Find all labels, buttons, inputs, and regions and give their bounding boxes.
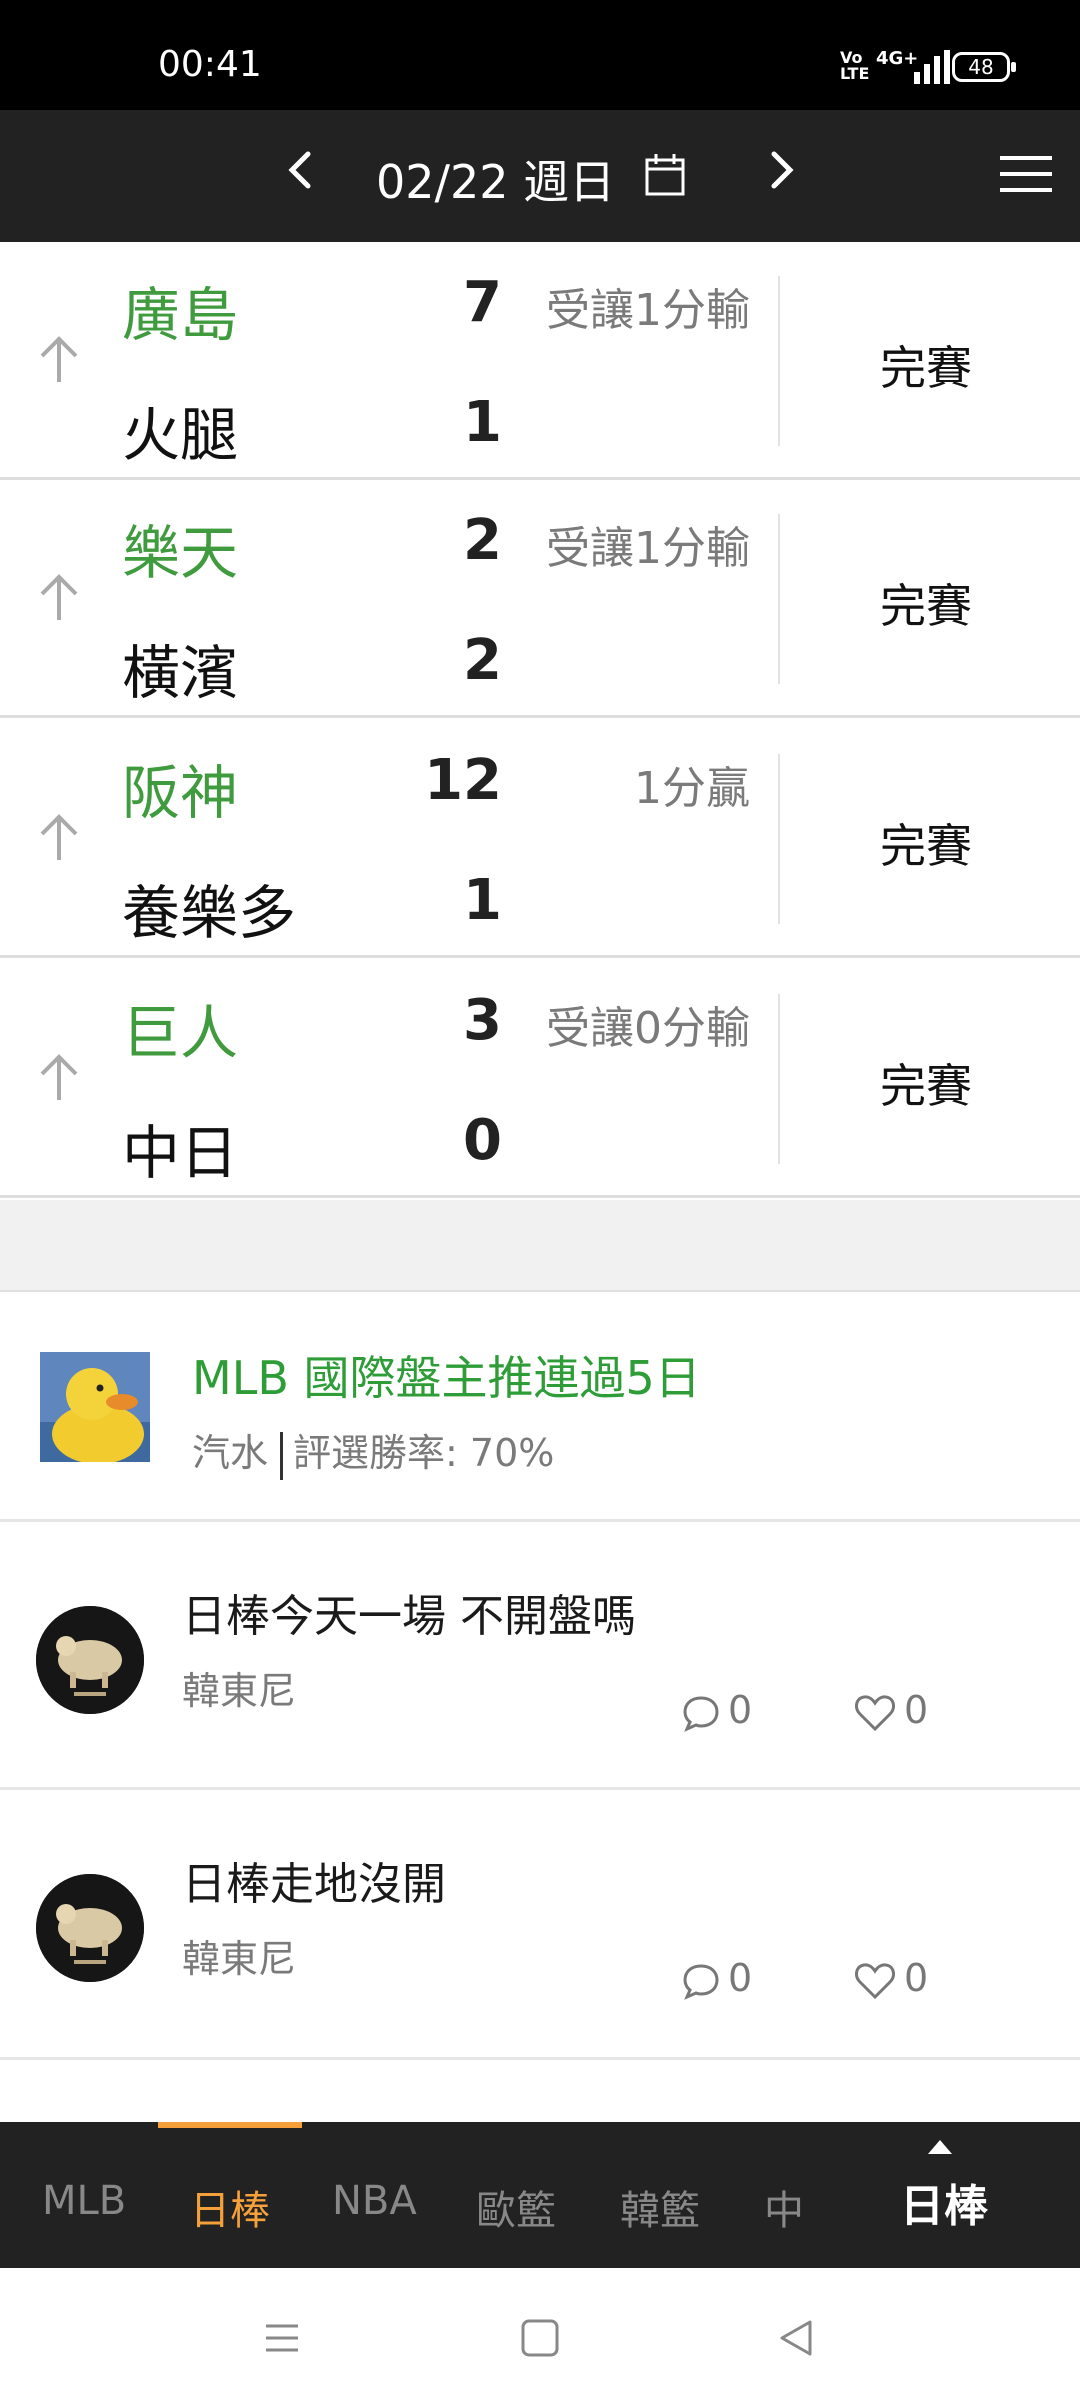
signal-icon [914,50,950,84]
score-away: 1 [463,390,502,455]
team-away: 中日 [122,1119,239,1187]
comment-counter[interactable]: 0 [682,1688,752,1732]
like-count: 0 [904,1956,929,2000]
game-row[interactable]: 廣島 7 受讓1分輸 火腿 1 完賽 [0,242,1080,480]
team-away: 火腿 [122,401,239,469]
separator [280,1431,284,1480]
arrow-up-icon[interactable] [36,572,82,622]
duck-avatar-icon [40,1352,150,1462]
comment-count: 0 [728,1688,753,1732]
chevron-left-icon[interactable] [280,140,320,200]
game-status: 完賽 [880,341,972,395]
arrow-up-icon[interactable] [36,1052,82,1102]
divider [778,754,780,924]
team-away: 養樂多 [122,879,297,947]
arrow-up-icon[interactable] [36,812,82,862]
score-away: 1 [463,868,502,933]
game-status: 完賽 [880,819,972,873]
battery-icon: 48 [952,52,1016,82]
like-counter[interactable]: 0 [854,1688,928,1732]
team-home: 廣島 [122,281,239,349]
post-author[interactable]: 韓東尼 [182,1660,296,1715]
team-home: 樂天 [122,519,239,587]
post-title[interactable]: 日棒走地沒開 [182,1848,446,1912]
comment-count: 0 [728,1956,753,2000]
score-away: 0 [463,1108,502,1173]
post-title[interactable]: 日棒今天一場 不開盤嗎 [182,1580,636,1644]
calendar-icon[interactable] [644,152,686,198]
arrow-up-icon[interactable] [36,334,82,384]
back-icon[interactable] [766,2308,826,2368]
post-item[interactable]: 日棒今天一場 不開盤嗎 韓東尼 0 0 [0,1522,1080,1790]
game-row[interactable]: 樂天 2 受讓1分輸 橫濱 2 完賽 [0,480,1080,718]
bull-avatar-icon [36,1606,144,1714]
date-label[interactable]: 02/22 週日 [376,146,615,212]
game-row[interactable]: 阪神 12 1分贏 養樂多 1 完賽 [0,720,1080,958]
tab-nba[interactable]: NBA [332,2178,417,2224]
score-home: 7 [463,270,502,335]
score-home: 3 [463,988,502,1053]
handicap-result: 受讓0分輸 [546,1003,750,1054]
score-away: 2 [463,628,502,693]
game-status: 完賽 [880,579,972,633]
section-gap [0,1200,1080,1292]
active-tab-indicator [158,2122,302,2128]
volte-indicator: Vo LTE [840,48,870,83]
post-item[interactable]: 日棒走地沒開 韓東尼 0 0 [0,1790,1080,2060]
handicap-result: 1分贏 [634,763,750,814]
hamburger-menu-icon[interactable] [1000,154,1052,194]
tab-euro-basketball[interactable]: 歐籃 [476,2178,556,2236]
promo-title[interactable]: MLB 國際盤主推連過5日 [192,1342,701,1408]
chevron-right-icon[interactable] [762,140,802,200]
league-tab-bar: MLB 日棒 NBA 歐籃 韓籃 中 日棒 [0,2122,1080,2268]
team-home: 巨人 [122,999,239,1067]
home-icon[interactable] [510,2308,570,2368]
current-league-button[interactable]: 日棒 [900,2170,988,2234]
comment-icon [683,1963,719,2000]
status-bar: 00:41 Vo LTE 4G+ 48 [0,0,1080,110]
comment-icon [683,1695,719,1732]
status-time: 00:41 [158,44,262,85]
promo-article[interactable]: MLB 國際盤主推連過5日 汽水 評選勝率: 70% [0,1292,1080,1522]
bull-avatar-icon [36,1874,144,1982]
team-home: 阪神 [122,759,239,827]
team-away: 橫濱 [122,639,239,707]
post-author[interactable]: 韓東尼 [182,1928,296,1983]
divider [778,994,780,1164]
system-nav-bar [0,2268,1080,2400]
tab-korea-basketball[interactable]: 韓籃 [620,2178,700,2236]
divider [778,514,780,684]
like-counter[interactable]: 0 [854,1956,928,2000]
caret-up-icon[interactable] [928,2140,952,2154]
tab-npb[interactable]: 日棒 [190,2178,270,2236]
handicap-result: 受讓1分輸 [546,523,750,574]
heart-icon [855,1962,895,1999]
promo-author[interactable]: 汽水 [192,1431,268,1475]
game-row[interactable]: 巨人 3 受讓0分輸 中日 0 完賽 [0,960,1080,1198]
score-home: 12 [424,748,502,813]
promo-win-rate: 評選勝率: 70% [293,1431,555,1475]
tab-partial[interactable]: 中 [764,2178,804,2236]
date-header: 02/22 週日 [0,110,1080,242]
like-count: 0 [904,1688,929,1732]
handicap-result: 受讓1分輸 [546,285,750,336]
heart-icon [855,1694,895,1731]
comment-counter[interactable]: 0 [682,1956,752,2000]
score-home: 2 [463,508,502,573]
tab-mlb[interactable]: MLB [42,2178,126,2224]
recent-apps-icon[interactable] [252,2308,312,2368]
divider [778,276,780,446]
promo-meta: 汽水 評選勝率: 70% [192,1422,554,1480]
game-status: 完賽 [880,1059,972,1113]
